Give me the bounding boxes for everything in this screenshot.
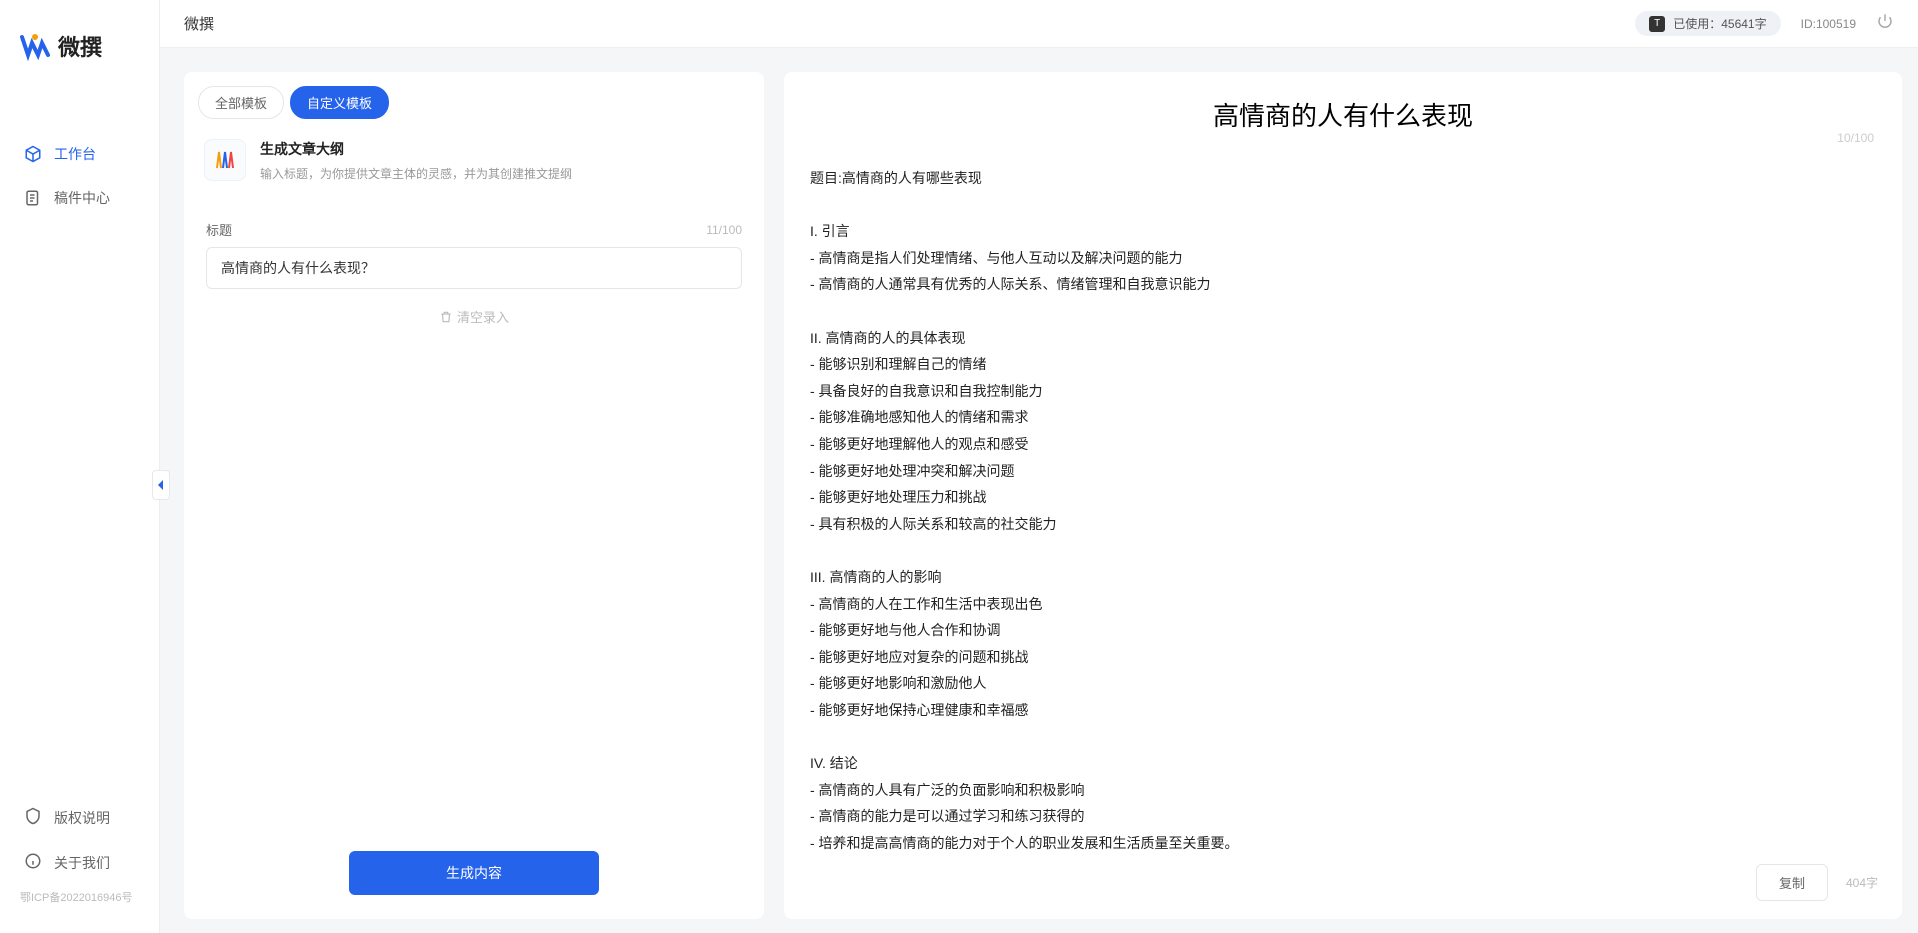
clear-input-button[interactable]: 清空录入 [184,289,764,344]
nav-list: 工作台 稿件中心 [0,82,159,795]
logo-text: 微撰 [58,30,102,62]
output-panel: 高情商的人有什么表现 10/100 题目:高情商的人有哪些表现 I. 引言 - … [784,72,1902,919]
shield-icon [24,807,42,828]
trash-icon [439,310,453,324]
output-title-counter: 10/100 [1837,131,1874,145]
collapse-sidebar-button[interactable] [152,470,170,500]
output-title: 高情商的人有什么表现 [808,96,1878,133]
nav-item-drafts[interactable]: 稿件中心 [0,176,159,220]
tab-all-templates[interactable]: 全部模板 [198,86,284,119]
template-icon [204,139,246,181]
sidebar-bottom: 版权说明 关于我们 鄂ICP备2022016946号 [0,795,159,933]
nav-item-workspace[interactable]: 工作台 [0,132,159,176]
usage-text: 已使用：45641字 [1673,15,1766,32]
sidebar: 微撰 工作台 稿件中心 版权说明 关于我们 鄂ICP备2 [0,0,160,933]
copyright-link[interactable]: 版权说明 [0,795,159,840]
text-badge-icon: T [1649,16,1665,32]
topbar: 微撰 T 已使用：45641字 ID:100519 [160,0,1918,48]
tab-custom-templates[interactable]: 自定义模板 [290,86,389,119]
output-wordcount: 404字 [1846,874,1878,891]
doc-list-icon [24,189,42,207]
cube-icon [24,145,42,163]
logo: 微撰 [0,0,159,82]
about-link[interactable]: 关于我们 [0,840,159,885]
icp-text: 鄂ICP备2022016946号 [0,885,159,913]
nav-item-label: 稿件中心 [54,188,110,208]
clear-label: 清空录入 [457,307,509,326]
generate-button[interactable]: 生成内容 [349,851,599,895]
bottom-item-label: 版权说明 [54,808,110,828]
output-body[interactable]: 题目:高情商的人有哪些表现 I. 引言 - 高情商是指人们处理情绪、与他人互动以… [808,157,1878,850]
input-panel: 全部模板 自定义模板 生成文章大纲 输入标题，为你提供文章主体的灵感，并为其创建… [184,72,764,919]
bottom-item-label: 关于我们 [54,853,110,873]
info-icon [24,852,42,873]
template-desc: 输入标题，为你提供文章主体的灵感，并为其创建推文提纲 [260,165,744,182]
nav-item-label: 工作台 [54,144,96,164]
user-id: ID:100519 [1801,17,1856,31]
title-input[interactable] [206,247,742,289]
tabs: 全部模板 自定义模板 [184,72,764,119]
power-icon[interactable] [1876,12,1894,35]
title-field-counter: 11/100 [706,223,742,237]
chevron-left-icon [156,479,166,491]
usage-chip[interactable]: T 已使用：45641字 [1635,11,1780,36]
title-field-label: 标题 [206,220,232,239]
template-title: 生成文章大纲 [260,139,744,159]
copy-button[interactable]: 复制 [1756,864,1828,901]
template-card: 生成文章大纲 输入标题，为你提供文章主体的灵感，并为其创建推文提纲 [184,119,764,192]
topbar-title: 微撰 [184,13,214,34]
logo-icon [20,31,50,61]
